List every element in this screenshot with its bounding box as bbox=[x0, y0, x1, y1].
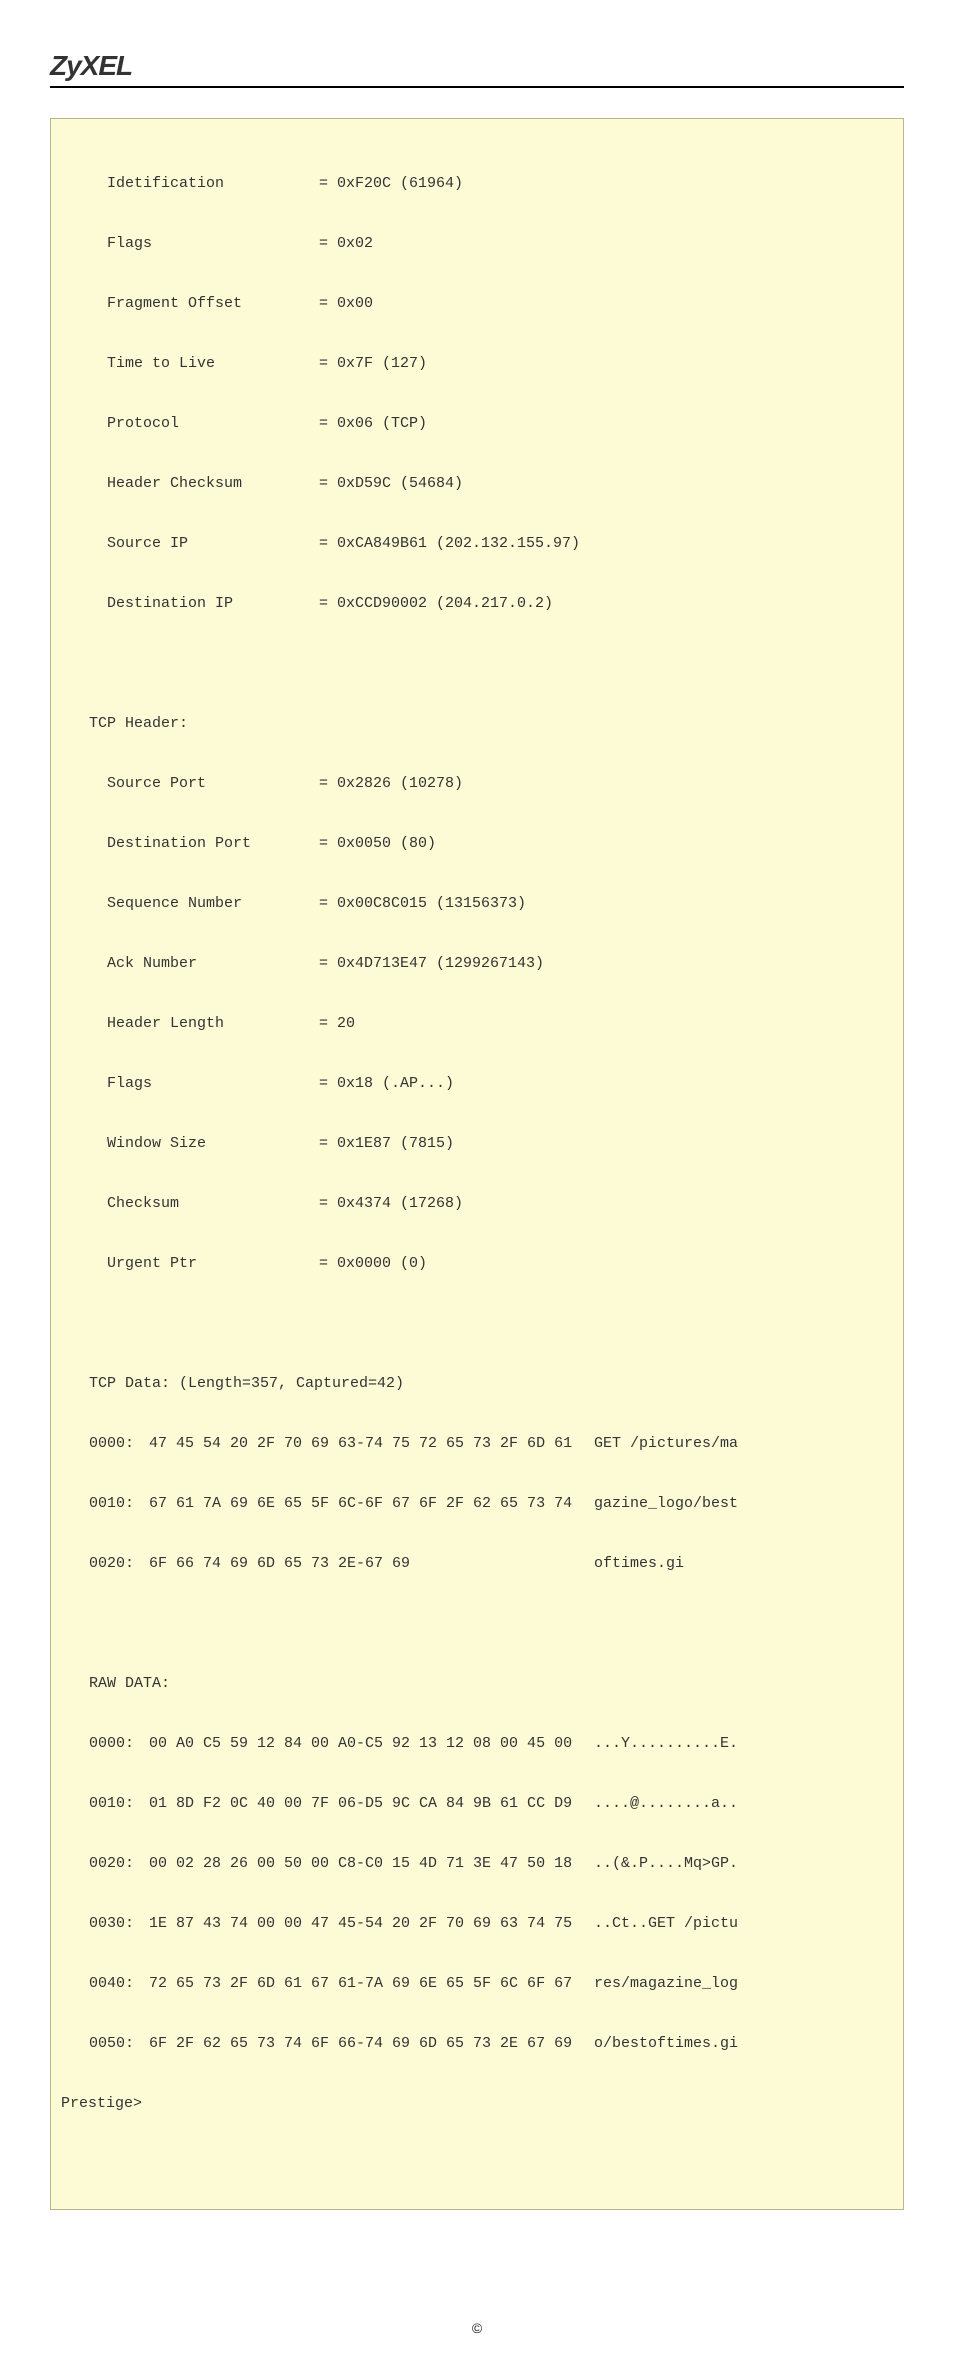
packet-dump-box: Idetification= 0xF20C (61964) Flags= 0x0… bbox=[50, 118, 904, 2210]
ip-frag-value: = 0x00 bbox=[319, 295, 373, 312]
tcp-data-title: TCP Data: (Length=357, Captured=42) bbox=[61, 1369, 893, 1399]
ip-src-value: = 0xCA849B61 (202.132.155.97) bbox=[319, 535, 580, 552]
hex-bytes: 72 65 73 2F 6D 61 67 61-7A 69 6E 65 5F 6… bbox=[149, 1969, 594, 1999]
ip-frag-label: Fragment Offset bbox=[107, 289, 319, 319]
hex-ascii: o/bestoftimes.gi bbox=[594, 2029, 893, 2059]
hex-offset: 0010: bbox=[89, 1489, 149, 1519]
brand-logo: ZyXEL bbox=[50, 50, 904, 82]
tcp-hlen-label: Header Length bbox=[107, 1009, 319, 1039]
hex-ascii: gazine_logo/best bbox=[594, 1489, 893, 1519]
hex-bytes: 6F 66 74 69 6D 65 73 2E-67 69 bbox=[149, 1549, 594, 1579]
hex-ascii: ...Y..........E. bbox=[594, 1729, 893, 1759]
hex-bytes: 47 45 54 20 2F 70 69 63-74 75 72 65 73 2… bbox=[149, 1429, 594, 1459]
ip-id-value: = 0xF20C (61964) bbox=[319, 175, 463, 192]
hex-offset: 0020: bbox=[89, 1549, 149, 1579]
ip-id-label: Idetification bbox=[107, 169, 319, 199]
raw-data-title: RAW DATA: bbox=[61, 1669, 893, 1699]
hex-bytes: 6F 2F 62 65 73 74 6F 66-74 69 6D 65 73 2… bbox=[149, 2029, 594, 2059]
tcp-data-row: 0000:47 45 54 20 2F 70 69 63-74 75 72 65… bbox=[61, 1429, 893, 1459]
tcp-ack-value: = 0x4D713E47 (1299267143) bbox=[319, 955, 544, 972]
hex-offset: 0040: bbox=[89, 1969, 149, 1999]
hex-offset: 0050: bbox=[89, 2029, 149, 2059]
hex-offset: 0000: bbox=[89, 1729, 149, 1759]
ip-dst-label: Destination IP bbox=[107, 589, 319, 619]
copyright: © bbox=[50, 2320, 904, 2336]
tcp-sport-label: Source Port bbox=[107, 769, 319, 799]
raw-data-row: 0020:00 02 28 26 00 50 00 C8-C0 15 4D 71… bbox=[61, 1849, 893, 1879]
tcp-chk-label: Checksum bbox=[107, 1189, 319, 1219]
tcp-flags-value: = 0x18 (.AP...) bbox=[319, 1075, 454, 1092]
hex-ascii: res/magazine_log bbox=[594, 1969, 893, 1999]
tcp-win-label: Window Size bbox=[107, 1129, 319, 1159]
hex-bytes: 1E 87 43 74 00 00 47 45-54 20 2F 70 69 6… bbox=[149, 1909, 594, 1939]
tcp-data-row: 0010:67 61 7A 69 6E 65 5F 6C-6F 67 6F 2F… bbox=[61, 1489, 893, 1519]
raw-data-row: 0010:01 8D F2 0C 40 00 7F 06-D5 9C CA 84… bbox=[61, 1789, 893, 1819]
hex-ascii: ..Ct..GET /pictu bbox=[594, 1909, 893, 1939]
tcp-data-row: 0020:6F 66 74 69 6D 65 73 2E-67 69oftime… bbox=[61, 1549, 893, 1579]
ip-ttl-value: = 0x7F (127) bbox=[319, 355, 427, 372]
hex-bytes: 01 8D F2 0C 40 00 7F 06-D5 9C CA 84 9B 6… bbox=[149, 1789, 594, 1819]
hex-bytes: 00 02 28 26 00 50 00 C8-C0 15 4D 71 3E 4… bbox=[149, 1849, 594, 1879]
tcp-seq-label: Sequence Number bbox=[107, 889, 319, 919]
tcp-dport-value: = 0x0050 (80) bbox=[319, 835, 436, 852]
tcp-sport-value: = 0x2826 (10278) bbox=[319, 775, 463, 792]
tcp-urg-value: = 0x0000 (0) bbox=[319, 1255, 427, 1272]
tcp-seq-value: = 0x00C8C015 (13156373) bbox=[319, 895, 526, 912]
ip-flags-label: Flags bbox=[107, 229, 319, 259]
hex-offset: 0020: bbox=[89, 1849, 149, 1879]
hex-offset: 0030: bbox=[89, 1909, 149, 1939]
hex-offset: 0010: bbox=[89, 1789, 149, 1819]
tcp-chk-value: = 0x4374 (17268) bbox=[319, 1195, 463, 1212]
raw-data-row: 0050:6F 2F 62 65 73 74 6F 66-74 69 6D 65… bbox=[61, 2029, 893, 2059]
ip-flags-value: = 0x02 bbox=[319, 235, 373, 252]
header-rule bbox=[50, 86, 904, 88]
raw-data-row: 0030:1E 87 43 74 00 00 47 45-54 20 2F 70… bbox=[61, 1909, 893, 1939]
tcp-dport-label: Destination Port bbox=[107, 829, 319, 859]
raw-data-row: 0000:00 A0 C5 59 12 84 00 A0-C5 92 13 12… bbox=[61, 1729, 893, 1759]
ip-proto-value: = 0x06 (TCP) bbox=[319, 415, 427, 432]
raw-data-row: 0040:72 65 73 2F 6D 61 67 61-7A 69 6E 65… bbox=[61, 1969, 893, 1999]
tcp-urg-label: Urgent Ptr bbox=[107, 1249, 319, 1279]
hex-bytes: 67 61 7A 69 6E 65 5F 6C-6F 67 6F 2F 62 6… bbox=[149, 1489, 594, 1519]
tcp-win-value: = 0x1E87 (7815) bbox=[319, 1135, 454, 1152]
tcp-header-title: TCP Header: bbox=[61, 709, 893, 739]
tcp-flags-label: Flags bbox=[107, 1069, 319, 1099]
ip-src-label: Source IP bbox=[107, 529, 319, 559]
ip-ttl-label: Time to Live bbox=[107, 349, 319, 379]
hex-ascii: oftimes.gi bbox=[594, 1549, 893, 1579]
tcp-hlen-value: = 20 bbox=[319, 1015, 355, 1032]
ip-proto-label: Protocol bbox=[107, 409, 319, 439]
hex-ascii: ....@........a.. bbox=[594, 1789, 893, 1819]
hex-offset: 0000: bbox=[89, 1429, 149, 1459]
ip-chk-label: Header Checksum bbox=[107, 469, 319, 499]
tcp-ack-label: Ack Number bbox=[107, 949, 319, 979]
hex-ascii: GET /pictures/ma bbox=[594, 1429, 893, 1459]
ip-chk-value: = 0xD59C (54684) bbox=[319, 475, 463, 492]
page-root: ZyXEL Idetification= 0xF20C (61964) Flag… bbox=[0, 0, 954, 2376]
cli-prompt: Prestige> bbox=[61, 2089, 893, 2119]
hex-bytes: 00 A0 C5 59 12 84 00 A0-C5 92 13 12 08 0… bbox=[149, 1729, 594, 1759]
ip-dst-value: = 0xCCD90002 (204.217.0.2) bbox=[319, 595, 553, 612]
hex-ascii: ..(&.P....Mq>GP. bbox=[594, 1849, 893, 1879]
